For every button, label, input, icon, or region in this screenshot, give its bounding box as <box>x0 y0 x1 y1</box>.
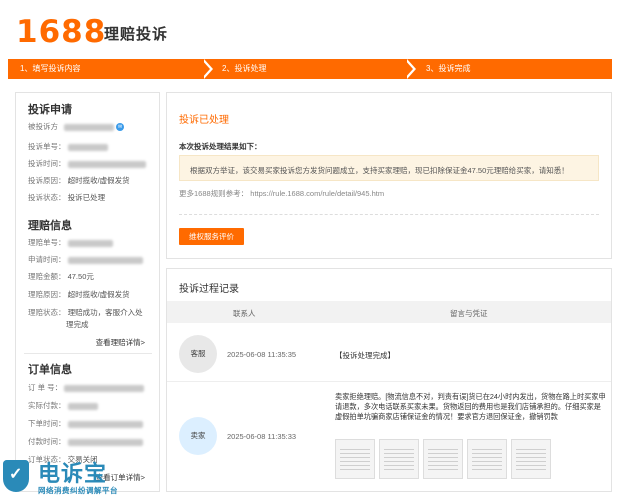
col-contact: 联系人 <box>233 309 256 318</box>
watermark-subtitle: 网络消费纠纷调解平台 <box>38 486 118 495</box>
row-label: 付款时间： <box>28 437 66 446</box>
redacted-value <box>67 438 143 446</box>
redacted-value <box>67 143 108 151</box>
complaint-reason-row: 投诉原因： 超时揽收/虚假发货 <box>28 175 130 186</box>
row-label: 实际付款： <box>28 401 66 410</box>
result-notice: 根据双方举证，该交易买家投诉您方发货问题成立，支持买家理赔，现已扣除保证金47.… <box>179 155 599 181</box>
record-time: 2025-06-08 11:35:33 <box>227 432 297 441</box>
claim-amount-row: 理赔金额： 47.50元 <box>28 271 94 282</box>
redacted-value <box>67 256 143 264</box>
claim-status-row: 理赔状态： 理赔成功，客服介入处 <box>28 307 143 318</box>
row-value: 理赔成功，客服介入处 <box>67 308 143 317</box>
page-header: 1688 理赔投诉 <box>0 0 619 58</box>
row-value: 投诉已处理 <box>67 193 106 202</box>
info-sidebar: 投诉申请 被投诉方 ✉ 投诉单号： 投诉时间： 投诉原因： 超时揽收/虚假发货 … <box>15 92 160 492</box>
redacted-value <box>64 123 115 131</box>
evidence-image-content <box>472 446 502 472</box>
row-label: 下单时间： <box>28 419 66 428</box>
redacted-value <box>67 420 143 428</box>
order-section-title: 订单信息 <box>28 364 72 376</box>
redacted-value <box>64 384 145 392</box>
evidence-image[interactable] <box>423 439 463 479</box>
section-divider <box>24 353 152 354</box>
evidence-image-content <box>428 446 458 472</box>
result-subtitle: 本次投诉处理结果如下： <box>179 142 262 151</box>
watermark-title: 电诉宝 <box>38 461 108 486</box>
col-message: 留言与凭证 <box>450 309 488 318</box>
order-paid-time-row: 付款时间： <box>28 436 143 447</box>
order-time-row: 下单时间： <box>28 418 143 429</box>
claim-section-title: 理赔信息 <box>28 220 72 232</box>
evidence-image[interactable] <box>467 439 507 479</box>
row-value: 47.50元 <box>67 272 94 281</box>
rule-label: 更多1688规则参考： <box>179 189 249 198</box>
row-value: 超时揽收/虚假发货 <box>67 290 130 299</box>
row-label: 理赔状态： <box>28 308 66 317</box>
avatar: 客服 <box>179 335 217 373</box>
redacted-value <box>67 160 146 168</box>
rate-service-button[interactable]: 维权服务评价 <box>179 228 244 245</box>
row-label: 理赔金额： <box>28 272 66 281</box>
row-label: 理赔单号： <box>28 238 66 247</box>
record-message: 卖家拒绝理赔。[物流信息不对，判责有误]货已在24小时内发出，货物在路上时买家申… <box>335 392 606 421</box>
row-label: 订 单 号： <box>28 383 63 392</box>
result-notice-text: 根据双方举证，该交易买家投诉您方发货问题成立，支持买家理赔，现已扣除保证金47.… <box>190 166 569 175</box>
shield-icon: ✓ <box>3 460 29 492</box>
avatar: 卖家 <box>179 417 217 455</box>
claim-time-row: 申请时间： <box>28 254 143 265</box>
step-separator-inner <box>404 59 413 79</box>
redacted-value <box>67 402 98 410</box>
watermark: ✓ 电诉宝 网络消费纠纷调解平台 <box>0 455 170 500</box>
evidence-image-content <box>340 446 370 472</box>
complaint-section-title: 投诉申请 <box>28 104 72 116</box>
row-value: 超时揽收/虚假发货 <box>67 176 130 185</box>
row-label: 投诉状态： <box>28 193 66 202</box>
claim-status-continued: 理完成 <box>66 320 89 329</box>
row-label: 理赔原因： <box>28 290 66 299</box>
complaint-number-row: 投诉单号： <box>28 141 108 152</box>
row-label: 投诉单号： <box>28 142 66 151</box>
evidence-image-content <box>516 446 546 472</box>
records-table-header: 联系人 留言与凭证 <box>167 301 611 323</box>
process-records-panel: 投诉过程记录 联系人 留言与凭证 客服 2025-06-08 11:35:35 … <box>166 268 612 492</box>
step-separator-inner <box>201 59 210 79</box>
result-status-title: 投诉已处理 <box>179 115 229 126</box>
logo-1688[interactable]: 1688 <box>16 14 106 50</box>
evidence-image-content <box>384 446 414 472</box>
dashed-divider <box>179 214 599 215</box>
row-label: 投诉原因： <box>28 176 66 185</box>
record-time: 2025-06-08 11:35:35 <box>227 350 297 359</box>
order-number-row: 订 单 号： <box>28 382 145 393</box>
complaint-target-row: 被投诉方 ✉ <box>28 121 125 132</box>
order-payment-row: 实际付款： <box>28 400 98 411</box>
row-label: 申请时间： <box>28 255 66 264</box>
evidence-image[interactable] <box>335 439 375 479</box>
row-label: 投诉时间： <box>28 159 66 168</box>
row-divider <box>167 381 611 382</box>
process-title: 投诉过程记录 <box>179 284 239 295</box>
complaint-status-row: 投诉状态： 投诉已处理 <box>28 192 105 203</box>
progress-steps: 1、填写投诉内容 2、投诉处理 3、投诉完成 <box>8 59 612 79</box>
complaint-time-row: 投诉时间： <box>28 158 146 169</box>
step-1: 1、填写投诉内容 <box>20 64 81 73</box>
complaint-result-panel: 投诉已处理 本次投诉处理结果如下： 根据双方举证，该交易买家投诉您方发货问题成立… <box>166 92 612 259</box>
evidence-image[interactable] <box>379 439 419 479</box>
evidence-image[interactable] <box>511 439 551 479</box>
claim-reason-row: 理赔原因： 超时揽收/虚假发货 <box>28 289 130 300</box>
rule-reference: 更多1688规则参考： https://rule.1688.com/rule/d… <box>179 188 384 199</box>
view-claim-details-link[interactable]: 查看理赔详情> <box>96 337 145 348</box>
step-3: 3、投诉完成 <box>426 64 471 73</box>
claim-number-row: 理赔单号： <box>28 237 113 248</box>
step-2: 2、投诉处理 <box>222 64 267 73</box>
redacted-value <box>67 239 113 247</box>
chat-icon[interactable]: ✉ <box>116 123 125 132</box>
page-title: 理赔投诉 <box>104 26 169 43</box>
record-message: 【投诉处理完成】 <box>335 351 395 360</box>
rule-link[interactable]: https://rule.1688.com/rule/detail/945.ht… <box>250 189 384 198</box>
row-label: 被投诉方 <box>28 122 58 131</box>
